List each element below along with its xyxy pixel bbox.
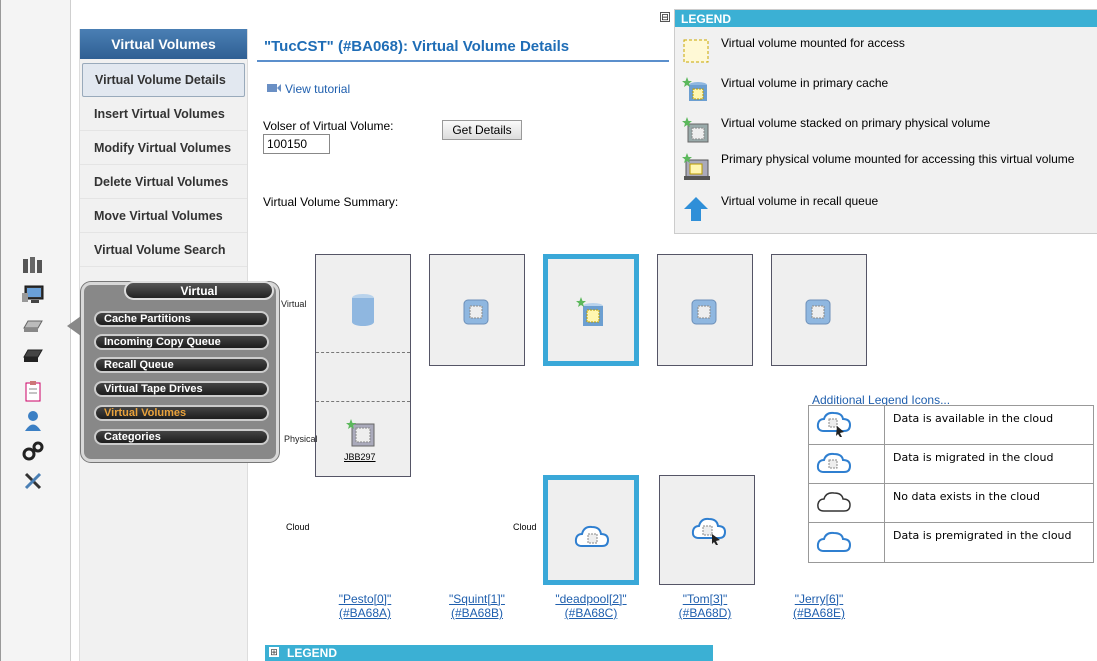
- cluster-id: (#BA68B): [450, 606, 504, 620]
- cluster-link-tom[interactable]: "Tom[3]" (#BA68D): [669, 592, 741, 620]
- legend-title: LEGEND: [675, 10, 1097, 27]
- cluster-name: "deadpool[2]": [555, 592, 627, 606]
- row-label-virtual: Virtual: [281, 299, 307, 309]
- additional-legend-row: No data exists in the cloud: [809, 484, 1093, 523]
- tutorial-icon: [267, 82, 281, 96]
- view-tutorial-label: View tutorial: [285, 82, 351, 96]
- cloud-premigrated-icon: [816, 531, 852, 552]
- primary-cache-icon: [682, 77, 707, 101]
- virtual-volume-icon[interactable]: [349, 292, 377, 326]
- popup-item-virtual-volumes[interactable]: Virtual Volumes: [94, 405, 269, 421]
- additional-legend-text: No data exists in the cloud: [893, 490, 1041, 503]
- additional-legend-row: Data is premigrated in the cloud: [809, 523, 1093, 562]
- view-tutorial-link[interactable]: View tutorial: [267, 82, 350, 96]
- cloud-migrated-icon: [816, 452, 852, 473]
- cluster-link-pesto[interactable]: "Pesto[0]" (#BA68A): [329, 592, 401, 620]
- legend-item-text: Primary physical volume mounted for acce…: [721, 152, 1075, 166]
- popup-item-cache-partitions[interactable]: Cache Partitions: [94, 311, 269, 327]
- legend-collapse-toggle[interactable]: ⊟: [660, 12, 670, 22]
- legend-item: Virtual volume mounted for access: [681, 36, 905, 66]
- cluster-id: (#BA68C): [564, 606, 618, 620]
- popup-item-virtual-tape-drives[interactable]: Virtual Tape Drives: [94, 381, 269, 397]
- additional-legend-table: Data is available in the cloud Data is m…: [808, 405, 1094, 563]
- popup-caret: [67, 316, 81, 336]
- row-label-physical: Physical: [284, 434, 318, 444]
- legend-panel: LEGEND Virtual volume mounted for access…: [674, 9, 1097, 234]
- cluster-link-jerry[interactable]: "Jerry[6]" (#BA68E): [783, 592, 855, 620]
- cloud-empty-icon: [817, 492, 851, 512]
- physical-mounted-icon: [682, 153, 710, 180]
- sidebar-item-virtual-volume-details[interactable]: Virtual Volume Details: [82, 63, 245, 97]
- cluster-name: "Tom[3]": [682, 592, 728, 606]
- cloud-migrated-icon[interactable]: [573, 522, 611, 550]
- popup-item-recall-queue[interactable]: Recall Queue: [94, 357, 269, 373]
- row-divider: [316, 352, 410, 353]
- legend-item: Virtual volume in recall queue: [681, 194, 878, 224]
- cluster-id: (#BA68D): [678, 606, 732, 620]
- cloud-available-icon[interactable]: [690, 516, 728, 546]
- additional-legend-text: Data is premigrated in the cloud: [893, 529, 1072, 542]
- cloud-available-icon: [816, 411, 852, 437]
- sidebar-item-modify-virtual-volumes[interactable]: Modify Virtual Volumes: [80, 131, 247, 165]
- popup-item-incoming-copy-queue[interactable]: Incoming Copy Queue: [94, 334, 269, 350]
- cluster-name: "Squint[1]": [449, 592, 505, 606]
- virtual-volume-icon[interactable]: [461, 297, 491, 327]
- cluster-name: "Jerry[6]": [794, 592, 844, 606]
- popup-item-categories[interactable]: Categories: [94, 429, 269, 445]
- additional-legend-text: Data is available in the cloud: [893, 412, 1054, 425]
- user-icon[interactable]: [21, 410, 45, 432]
- cluster-link-deadpool[interactable]: "deadpool[2]" (#BA68C): [547, 592, 635, 620]
- sidebar-item-move-virtual-volumes[interactable]: Move Virtual Volumes: [80, 199, 247, 233]
- bottom-legend-title: LEGEND: [287, 646, 338, 660]
- stacked-volume-icon: [682, 117, 709, 143]
- monitor-icon[interactable]: [21, 284, 45, 306]
- disk-drive-icon[interactable]: [21, 314, 45, 336]
- sidebar-title: Virtual Volumes: [80, 29, 247, 59]
- cluster-id: (#BA68A): [338, 606, 392, 620]
- additional-legend-row: Data is migrated in the cloud: [809, 445, 1093, 484]
- volser-input[interactable]: 100150: [263, 134, 330, 154]
- page: Virtual Volumes Virtual Volume Details I…: [0, 0, 1097, 661]
- row-label-cloud: Cloud: [286, 522, 310, 532]
- summary-label: Virtual Volume Summary:: [263, 195, 399, 209]
- physical-volume-link[interactable]: JBB297: [344, 452, 376, 462]
- recall-arrow-icon: [684, 197, 708, 221]
- tools-icon[interactable]: [21, 470, 45, 492]
- primary-cache-volume-icon[interactable]: [575, 296, 607, 330]
- legend-item: Virtual volume in primary cache: [681, 76, 888, 106]
- title-divider: [257, 60, 669, 62]
- legend-item: Virtual volume stacked on primary physic…: [681, 116, 990, 146]
- legend-item-text: Virtual volume mounted for access: [721, 36, 905, 50]
- sidebar-item-insert-virtual-volumes[interactable]: Insert Virtual Volumes: [80, 97, 247, 131]
- legend-item-text: Virtual volume stacked on primary physic…: [721, 116, 991, 130]
- mounted-volume-icon: [683, 39, 709, 63]
- library-icon[interactable]: [21, 254, 45, 276]
- cluster-id: (#BA68E): [792, 606, 846, 620]
- bottom-legend-expand-toggle[interactable]: ⊞: [269, 647, 279, 657]
- virtual-volume-icon[interactable]: [803, 297, 833, 327]
- page-title: "TucCST" (#BA068): Virtual Volume Detail…: [264, 38, 570, 55]
- clipboard-icon[interactable]: [21, 380, 45, 402]
- cluster-name: "Pesto[0]": [338, 592, 392, 606]
- icon-bar: [1, 0, 71, 661]
- virtual-popup-menu: Virtual Cache Partitions Incoming Copy Q…: [81, 281, 279, 462]
- additional-legend-text: Data is migrated in the cloud: [893, 451, 1054, 464]
- legend-item-text: Virtual volume in primary cache: [721, 76, 889, 90]
- row-label-cloud: Cloud: [513, 522, 537, 532]
- sidebar-item-virtual-volume-search[interactable]: Virtual Volume Search: [80, 233, 247, 267]
- get-details-button[interactable]: Get Details: [442, 120, 522, 140]
- tape-drive-icon[interactable]: [21, 344, 45, 366]
- sidebar-item-delete-virtual-volumes[interactable]: Delete Virtual Volumes: [80, 165, 247, 199]
- cluster-link-squint[interactable]: "Squint[1]" (#BA68B): [439, 592, 515, 620]
- virtual-volume-icon[interactable]: [689, 297, 719, 327]
- volser-label: Volser of Virtual Volume:: [263, 119, 394, 133]
- bottom-legend-bar[interactable]: LEGEND: [265, 645, 713, 661]
- gears-icon[interactable]: [21, 440, 45, 462]
- popup-title: Virtual: [124, 281, 274, 300]
- additional-legend-row: Data is available in the cloud: [809, 406, 1093, 445]
- row-divider: [316, 401, 410, 402]
- legend-item: Primary physical volume mounted for acce…: [681, 152, 1074, 182]
- legend-item-text: Virtual volume in recall queue: [721, 194, 879, 208]
- stacked-volume-icon[interactable]: [345, 418, 379, 448]
